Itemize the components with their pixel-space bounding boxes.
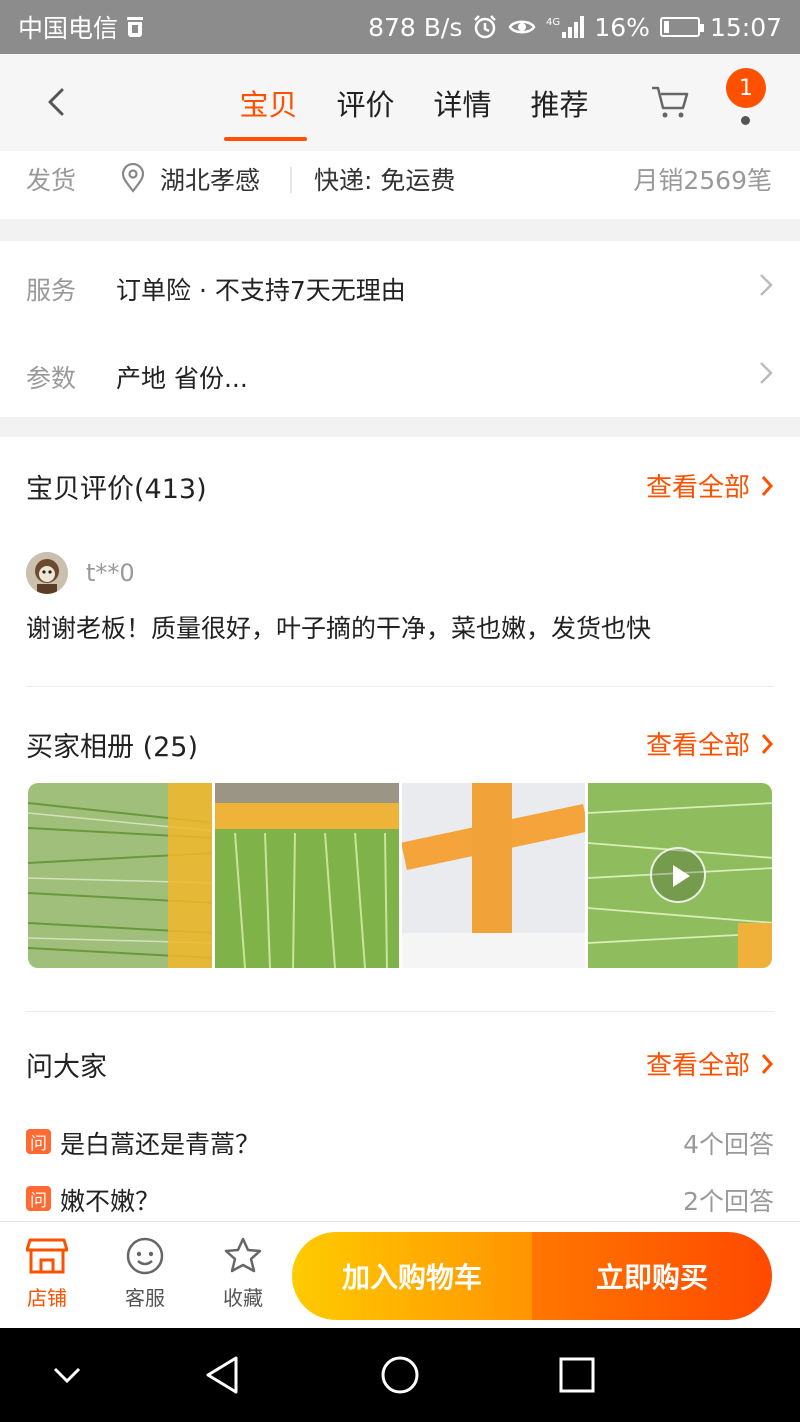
chevron-right-icon (761, 733, 774, 754)
status-bar: 中国电信 878 B/s 4G 16% 15:07 (0, 0, 800, 54)
qa-item[interactable]: 问 嫩不嫩？ 2个回答 (26, 1182, 774, 1222)
reviews-header: 宝贝评价(413) 查看全部 (26, 467, 774, 507)
divider (26, 686, 774, 687)
express-fee: 快递: 免运费 (314, 166, 456, 195)
battery-percent: 16% (594, 12, 650, 42)
service-block: 服务 订单险 · 不支持7天无理由 参数 产地 省份... (0, 241, 800, 417)
eye-icon (508, 20, 536, 34)
store-button[interactable]: 店铺 (12, 1236, 82, 1316)
question-badge: 问 (26, 1129, 51, 1154)
buyer-video[interactable] (588, 783, 772, 968)
shipping-location: 湖北孝感 (160, 166, 261, 195)
answer-count: 2个回答 (683, 1187, 774, 1216)
back-triangle-icon[interactable] (198, 1350, 248, 1400)
top-nav: 宝贝 评价 详情 推荐 1 (0, 54, 800, 151)
chevron-right-icon (760, 274, 773, 296)
photo-image (28, 783, 212, 968)
location-pin-icon (121, 163, 145, 193)
collapse-chevron-icon[interactable] (42, 1350, 92, 1400)
chat-face-icon (126, 1237, 164, 1275)
photo-image (401, 783, 586, 968)
buyer-photo-strip (28, 783, 772, 968)
reviews-view-all-button[interactable]: 查看全部 (646, 467, 774, 504)
purchase-buttons: 加入购物车 立即购买 (292, 1232, 772, 1320)
more-menu-button[interactable]: 1 (718, 68, 774, 138)
qa-title: 问大家 (26, 1052, 107, 1083)
qa-view-all-button[interactable]: 查看全部 (646, 1045, 774, 1082)
clock: 15:07 (709, 12, 782, 42)
service-value: 订单险 · 不支持7天无理由 (116, 276, 406, 305)
album-view-all-button[interactable]: 查看全部 (646, 725, 774, 762)
chevron-right-icon (761, 475, 774, 496)
photo-image (214, 783, 399, 968)
service-row[interactable]: 服务 订单险 · 不支持7天无理由 (0, 241, 800, 329)
avatar-image (26, 552, 68, 594)
buyer-photo[interactable] (214, 783, 399, 968)
question-text: 嫩不嫩？ (60, 1187, 161, 1216)
reviews-card: 宝贝评价(413) 查看全部 t**0 谢谢老板！质量很好，叶子摘的干净，菜也嫩… (0, 437, 800, 1222)
question-text: 是白蒿还是青蒿？ (60, 1130, 261, 1159)
answer-count: 4个回答 (683, 1130, 774, 1159)
params-label: 参数 (26, 364, 77, 393)
tab-bar: 宝贝 评价 详情 推荐 (220, 54, 608, 151)
cart-icon[interactable] (648, 82, 692, 122)
back-arrow-icon[interactable] (38, 82, 78, 122)
tab-reviews[interactable]: 评价 (317, 54, 414, 151)
favorite-label: 收藏 (223, 1286, 263, 1310)
home-circle-icon[interactable] (375, 1350, 425, 1400)
params-row[interactable]: 参数 产地 省份... (0, 329, 800, 417)
signal-icon: 4G (546, 16, 585, 38)
more-dot-icon (741, 116, 750, 125)
view-all-label: 查看全部 (645, 1051, 750, 1081)
album-title: 买家相册 (25) (26, 732, 199, 763)
question-badge: 问 (26, 1186, 51, 1211)
tab-recommend[interactable]: 推荐 (511, 54, 608, 151)
play-icon[interactable] (650, 847, 707, 903)
view-all-label: 查看全部 (645, 731, 750, 761)
service-label: 服务 (26, 276, 77, 305)
alarm-icon (474, 15, 497, 39)
monthly-sales: 月销2569笔 (633, 166, 772, 195)
add-to-cart-button[interactable]: 加入购物车 (292, 1232, 532, 1320)
divider (290, 167, 292, 193)
battery-level (663, 21, 670, 33)
notification-icon (127, 17, 144, 37)
carrier-name: 中国电信 (18, 14, 119, 43)
qa-item[interactable]: 问 是白蒿还是青蒿？ 4个回答 (26, 1125, 774, 1165)
system-nav-bar (0, 1328, 800, 1422)
album-header: 买家相册 (25) 查看全部 (26, 725, 774, 765)
store-icon (26, 1238, 68, 1274)
buyer-photo[interactable] (28, 783, 212, 968)
store-label: 店铺 (27, 1286, 67, 1310)
avatar (26, 552, 68, 594)
star-icon (224, 1237, 262, 1273)
customer-service-button[interactable]: 客服 (110, 1236, 180, 1316)
params-value: 产地 省份... (116, 364, 248, 393)
chevron-right-icon (761, 1053, 774, 1074)
favorite-button[interactable]: 收藏 (208, 1236, 278, 1316)
qa-header: 问大家 查看全部 (26, 1045, 774, 1085)
chevron-right-icon (760, 362, 773, 384)
battery-icon (659, 17, 704, 37)
tab-item[interactable]: 宝贝 (220, 54, 317, 151)
shipping-row: 发货 湖北孝感 快递: 免运费 月销2569笔 (0, 151, 800, 219)
service-button-label: 客服 (125, 1286, 165, 1310)
review-text: 谢谢老板！质量很好，叶子摘的干净，菜也嫩，发货也快 (26, 614, 652, 643)
divider (26, 1011, 774, 1012)
recents-square-icon[interactable] (552, 1350, 602, 1400)
buy-now-button[interactable]: 立即购买 (532, 1232, 772, 1320)
net-speed: 878 B/s (368, 12, 463, 42)
shipping-label: 发货 (26, 166, 77, 195)
buyer-photo[interactable] (401, 783, 586, 968)
bottom-action-bar: 店铺 客服 收藏 加入购物车 立即购买 (0, 1221, 800, 1328)
tab-details[interactable]: 详情 (414, 54, 511, 151)
reviews-title: 宝贝评价(413) (26, 474, 207, 505)
notification-badge: 1 (726, 68, 766, 108)
view-all-label: 查看全部 (645, 473, 750, 503)
svg-text:4G: 4G (546, 17, 560, 28)
reviewer-name: t**0 (86, 559, 135, 587)
